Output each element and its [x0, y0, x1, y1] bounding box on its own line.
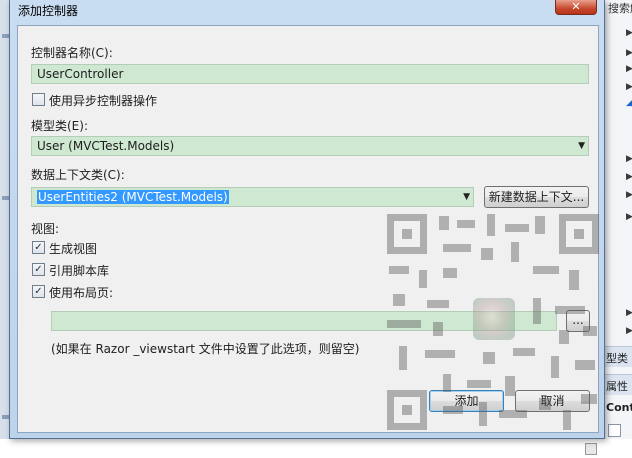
expand-arrow-icon[interactable]: ▶: [626, 326, 632, 336]
views-label: 视图:: [31, 222, 60, 236]
async-checkbox-label: 使用异步控制器操作: [49, 94, 158, 108]
expand-arrow-icon[interactable]: ▶: [626, 212, 632, 222]
ide-search-label: 搜索解: [608, 2, 632, 15]
ide-toolbar-icon[interactable]: [608, 424, 621, 437]
collapse-arrow-icon[interactable]: ◢: [626, 98, 632, 108]
ide-bottom-strip: [0, 439, 632, 458]
model-class-value: User (MVCTest.Models): [37, 139, 175, 153]
expand-arrow-icon[interactable]: ▶: [626, 48, 632, 58]
dialog-title: 添加控制器: [18, 4, 79, 18]
close-button[interactable]: ✕: [555, 0, 597, 15]
controller-name-input[interactable]: UserController: [31, 64, 589, 84]
use-layout-label: 使用布局页:: [49, 286, 114, 300]
generate-views-checkbox[interactable]: ✓: [32, 241, 45, 254]
ide-properties-label: 属性: [606, 380, 628, 393]
expand-arrow-icon[interactable]: ▶: [626, 82, 632, 92]
chevron-down-icon[interactable]: ▼: [463, 188, 470, 206]
generate-views-label: 生成视图: [49, 242, 98, 256]
reference-scripts-checkbox[interactable]: ✓: [32, 263, 45, 276]
new-data-context-button[interactable]: 新建数据上下文...: [484, 186, 589, 208]
controller-name-label: 控制器名称(C):: [31, 46, 113, 60]
layout-hint-text: (如果在 Razor _viewstart 文件中设置了此选项，则留空): [51, 342, 360, 356]
expand-arrow-icon[interactable]: ▶: [626, 308, 632, 318]
ide-tab-band[interactable]: 型类: [604, 346, 632, 367]
data-context-value: UserEntities2 (MVCTest.Models): [37, 190, 229, 204]
expand-arrow-icon[interactable]: ▶: [626, 190, 632, 200]
ide-solution-explorer: 搜索解 ▶ ▶ ▶ ▶ ◢ ▶ ▶ ▶ ▶ ▶ ▶ 型类 属性 Cont 日 类: [603, 0, 632, 458]
expand-arrow-icon[interactable]: ▶: [626, 28, 632, 38]
reference-scripts-label: 引用脚本库: [49, 264, 110, 278]
expand-arrow-icon[interactable]: ▶: [626, 172, 632, 182]
use-layout-checkbox[interactable]: ✓: [32, 285, 45, 298]
qr-finder-pattern: [387, 214, 427, 254]
model-class-select[interactable]: User (MVCTest.Models) ▼: [31, 136, 589, 156]
chevron-down-icon[interactable]: ▼: [578, 137, 585, 155]
model-class-label: 模型类(E):: [31, 119, 88, 133]
ide-properties-band[interactable]: 属性: [604, 374, 632, 395]
window-icon: [585, 443, 597, 455]
expand-arrow-icon[interactable]: ▶: [626, 64, 632, 74]
qr-finder-pattern: [387, 390, 427, 430]
data-context-select[interactable]: UserEntities2 (MVCTest.Models) ▼: [31, 187, 474, 207]
qr-code-watermark: [383, 210, 603, 434]
ide-cont-label: Cont: [606, 401, 632, 414]
qr-center-logo: [473, 298, 515, 340]
expand-arrow-icon[interactable]: ▶: [626, 154, 632, 164]
data-context-label: 数据上下文类(C):: [31, 168, 125, 182]
ide-tab-label: 型类: [606, 352, 628, 365]
async-checkbox[interactable]: [32, 93, 45, 106]
dialog-titlebar[interactable]: 添加控制器 ✕: [10, 0, 604, 20]
close-icon: ✕: [571, 0, 581, 13]
qr-finder-pattern: [559, 214, 599, 254]
